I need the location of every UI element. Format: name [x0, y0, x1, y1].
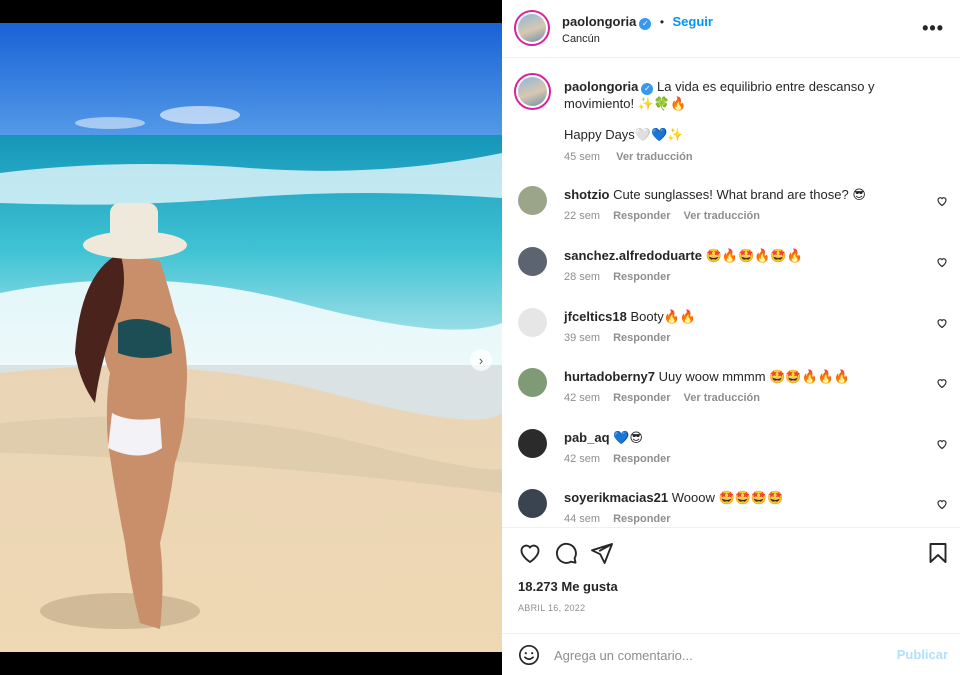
comment-username[interactable]: hurtadoberny7	[564, 369, 655, 384]
save-bookmark-icon[interactable]	[926, 541, 950, 565]
comment-avatar[interactable]	[518, 247, 547, 276]
reply-button[interactable]: Responder	[613, 332, 670, 344]
comment-text: 🤩🔥🤩🔥🤩🔥	[705, 248, 803, 263]
reply-button[interactable]: Responder	[613, 453, 670, 465]
post-image[interactable]: ›	[0, 23, 502, 652]
comment-username[interactable]: shotzio	[564, 187, 610, 202]
comment-age: 42 sem	[564, 453, 601, 465]
comment-text: Wooow 🤩🤩🤩🤩	[671, 490, 784, 505]
author-username[interactable]: paolongoria	[562, 14, 636, 29]
comment-text: Cute sunglasses! What brand are those? 😎	[613, 187, 866, 202]
comment-avatar[interactable]	[518, 368, 547, 397]
beach-photo	[0, 23, 502, 652]
share-send-icon[interactable]	[590, 541, 614, 565]
next-image-button[interactable]: ›	[470, 349, 492, 371]
comment-composer: Publicar	[502, 633, 960, 675]
comment-age: 44 sem	[564, 513, 601, 525]
comment-avatar[interactable]	[518, 186, 547, 215]
post-date: ABRIL 16, 2022	[518, 603, 586, 613]
like-comment-heart-icon[interactable]	[936, 498, 948, 510]
reply-button[interactable]: Responder	[613, 513, 670, 525]
chevron-right-icon: ›	[478, 352, 484, 368]
translate-button[interactable]: Ver traducción	[616, 151, 692, 163]
comment-bubble-icon[interactable]	[554, 541, 578, 565]
likes-count[interactable]: 18.273 Me gusta	[518, 579, 618, 594]
comment-age: 39 sem	[564, 332, 601, 344]
like-comment-heart-icon[interactable]	[936, 317, 948, 329]
caption-second-line: Happy Days🤍💙✨	[564, 127, 684, 142]
post-panel: paolongoria ✓ • Seguir Cancún ••• paolong…	[502, 0, 960, 675]
caption-age: 45 sem	[564, 151, 601, 163]
comment-avatar[interactable]	[518, 308, 547, 337]
comment-text: 💙😎	[613, 430, 643, 445]
like-comment-heart-icon[interactable]	[936, 195, 948, 207]
like-comment-heart-icon[interactable]	[936, 256, 948, 268]
caption-avatar[interactable]	[514, 73, 551, 110]
separator: •	[659, 15, 665, 29]
comment-text: Booty🔥🔥	[630, 309, 697, 324]
emoji-smiley-icon[interactable]	[518, 644, 540, 666]
comment-username[interactable]: sanchez.alfredoduarte	[564, 248, 702, 263]
post-actions: 18.273 Me gusta ABRIL 16, 2022	[502, 527, 960, 633]
post-header: paolongoria ✓ • Seguir Cancún •••	[502, 0, 960, 58]
verified-badge-icon: ✓	[639, 18, 652, 30]
location-link[interactable]: Cancún	[562, 33, 600, 45]
comment-avatar[interactable]	[518, 489, 547, 518]
caption-username[interactable]: paolongoria	[564, 79, 638, 94]
reply-button[interactable]: Responder	[613, 392, 670, 404]
comment-age: 42 sem	[564, 392, 601, 404]
comment-username[interactable]: pab_aq	[564, 430, 610, 445]
like-comment-heart-icon[interactable]	[936, 438, 948, 450]
translate-button[interactable]: Ver traducción	[684, 392, 760, 404]
reply-button[interactable]: Responder	[613, 271, 670, 283]
comment-text: Uuy woow mmmm 🤩🤩🔥🔥🔥	[658, 369, 851, 384]
like-comment-heart-icon[interactable]	[936, 377, 948, 389]
verified-badge-icon: ✓	[641, 83, 654, 95]
author-avatar[interactable]	[514, 10, 550, 46]
caption-meta: 45 sem Ver traducción	[564, 151, 706, 163]
comment-age: 22 sem	[564, 210, 601, 222]
reply-button[interactable]: Responder	[613, 210, 670, 222]
comment-age: 28 sem	[564, 271, 601, 283]
like-heart-icon[interactable]	[518, 541, 542, 565]
follow-button[interactable]: Seguir	[673, 14, 713, 29]
comment-input[interactable]	[554, 644, 874, 666]
translate-button[interactable]: Ver traducción	[684, 210, 760, 222]
comment-username[interactable]: jfceltics18	[564, 309, 627, 324]
comments-list[interactable]: paolongoria ✓ La vida es equilibrio entre…	[502, 58, 960, 527]
publish-button[interactable]: Publicar	[897, 647, 948, 662]
more-options-icon[interactable]: •••	[922, 18, 944, 39]
comment-username[interactable]: soyerikmacias21	[564, 490, 668, 505]
comment-avatar[interactable]	[518, 429, 547, 458]
